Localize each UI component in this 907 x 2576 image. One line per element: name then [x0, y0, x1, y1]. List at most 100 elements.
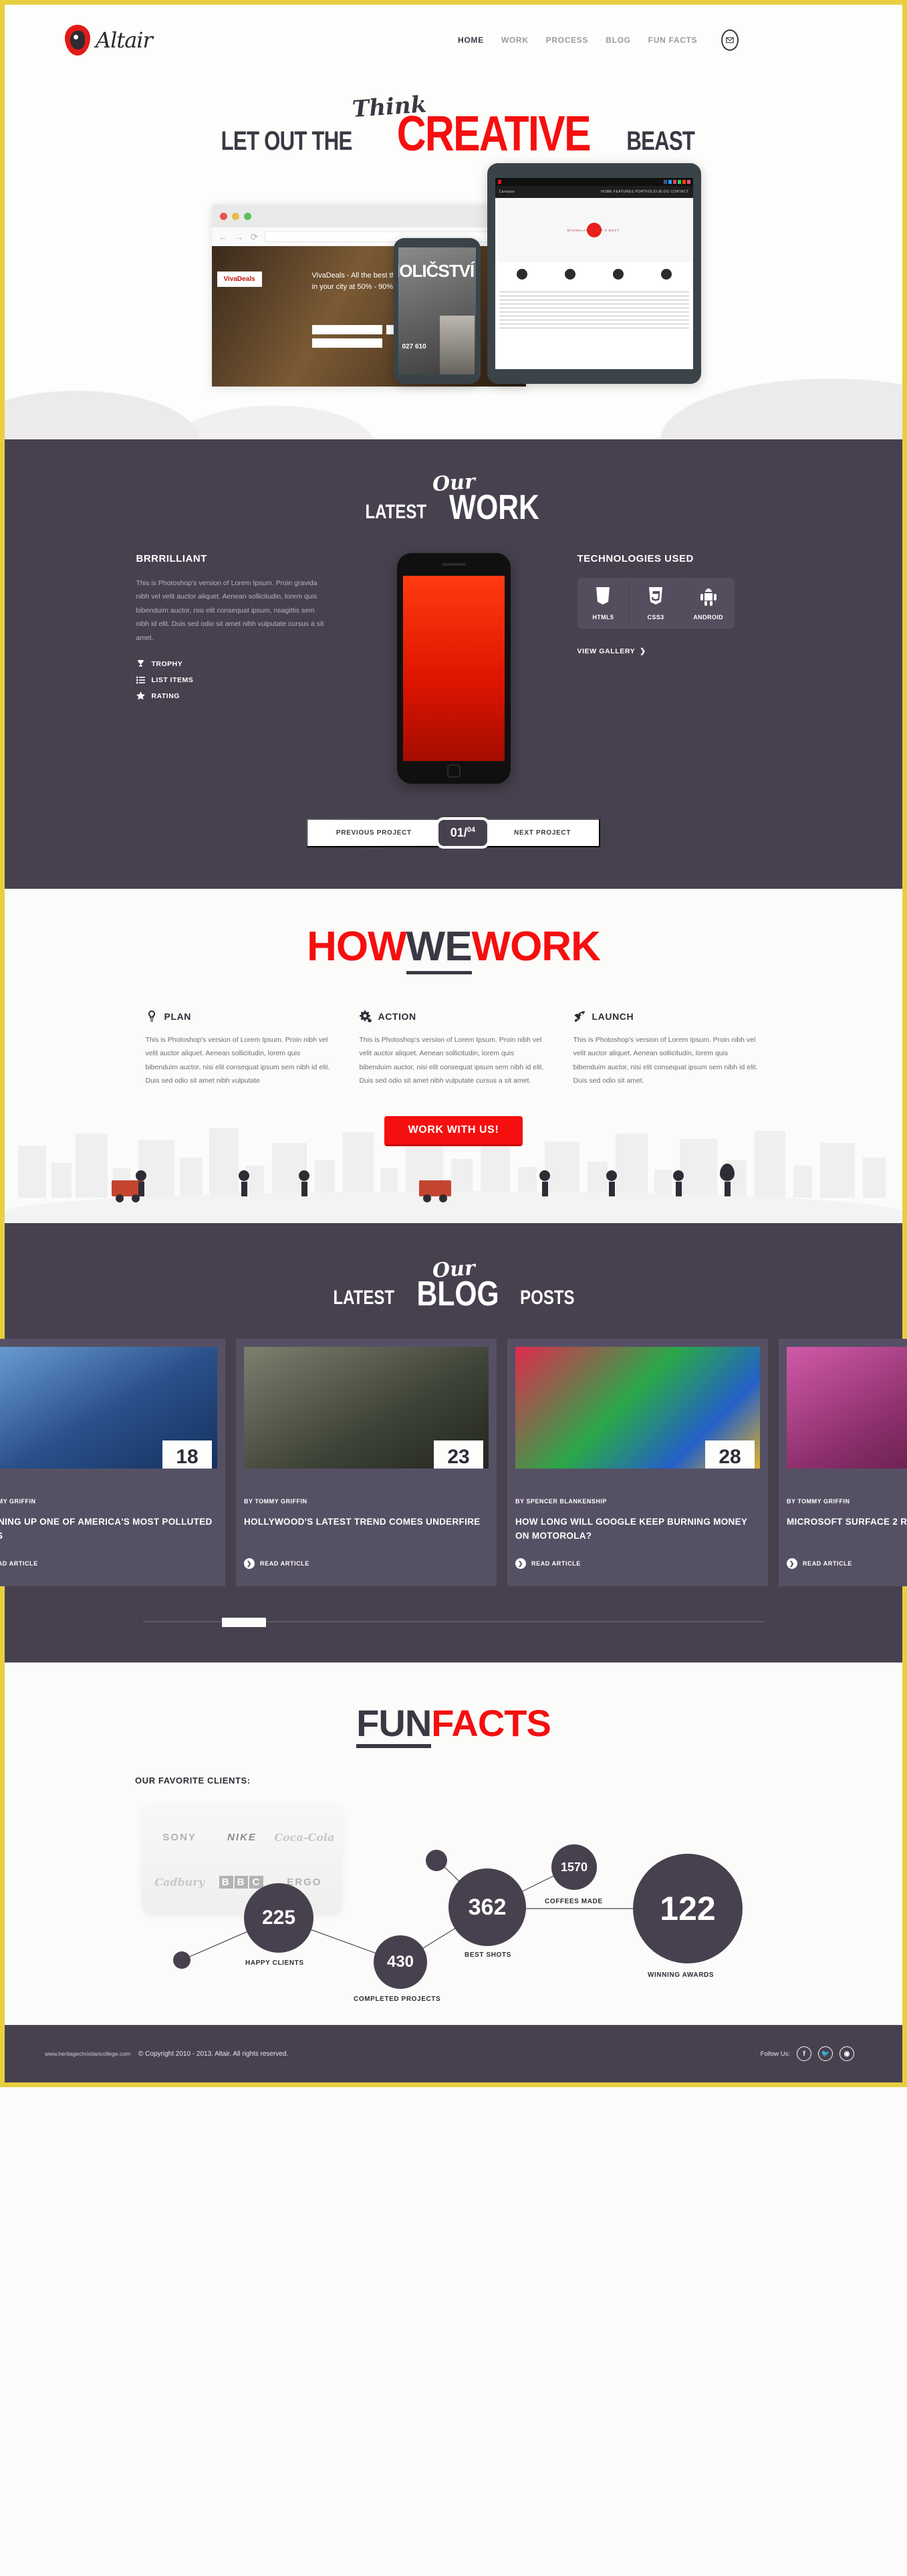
- blog-thumbnail: 02 AUGUST: [787, 1347, 907, 1469]
- tech-list: HTML5 CSS3 ANDROID: [577, 577, 735, 629]
- blog-thumbnail: 28 AUGUST: [515, 1347, 760, 1469]
- tablet-tagline: MINIMALISM AT IT'S BEST.: [567, 228, 621, 232]
- blog-carousel-scrollbar[interactable]: [142, 1618, 765, 1628]
- nav-item-work[interactable]: WORK: [501, 35, 529, 45]
- clients-logo-card: SONY NIKE Coca-Cola Cadbury BBC ERGO: [142, 1804, 342, 1915]
- tech-android[interactable]: ANDROID: [682, 578, 735, 629]
- work-grid: BRRRILLIANT This is Photoshop's version …: [5, 552, 902, 784]
- blog-thumbnail: 18 AUGUST: [0, 1347, 217, 1469]
- work-details-column: BRRRILLIANT This is Photoshop's version …: [123, 553, 344, 784]
- blog-sub-text: LATEST: [333, 1287, 395, 1309]
- read-article-link[interactable]: ❯ READ ARTICLE: [244, 1558, 309, 1570]
- nav-item-home[interactable]: HOME: [458, 35, 484, 45]
- stat-node-happy-clients: 225: [244, 1883, 313, 1953]
- project-counter-current: 01: [450, 825, 464, 839]
- phone-home-button: [446, 764, 461, 778]
- main-nav: HOME WORK PROCESS BLOG FUN FACTS: [458, 5, 739, 75]
- read-article-label: READ ARTICLE: [0, 1560, 38, 1568]
- how-we-work-title: HOWWEWORK: [5, 923, 902, 974]
- project-phone-mockup: [396, 552, 511, 784]
- footer-url[interactable]: www.heritagechristiancollege.com: [45, 2050, 130, 2057]
- phone-screen: HOLIČSTVÍ 027 610: [398, 247, 476, 375]
- blog-card[interactable]: 23 AUGUST BY TOMMY GRIFFIN HOLLYWOOD'S L…: [236, 1339, 497, 1587]
- nav-item-blog[interactable]: BLOG: [606, 35, 630, 45]
- site-footer: www.heritagechristiancollege.com © Copyr…: [5, 2025, 902, 2083]
- blog-card[interactable]: 18 AUGUST BY TOMMY GRIFFIN CLEANING UP O…: [0, 1339, 225, 1587]
- arrow-right-circle-icon: ❯: [515, 1558, 526, 1570]
- android-icon: [700, 588, 717, 606]
- process-launch: LAUNCH This is Photoshop's version of Lo…: [564, 1010, 771, 1088]
- how-we-work-section: HOWWEWORK PLAN This is Photoshop's versi…: [5, 888, 902, 1223]
- process-plan: PLAN This is Photoshop's version of Lore…: [136, 1010, 344, 1088]
- tablet-brand: Canopus: [499, 190, 515, 195]
- blog-big-text: BLOG: [416, 1274, 499, 1313]
- project-title: BRRRILLIANT: [136, 552, 207, 564]
- work-with-us-button[interactable]: WORK WITH US!: [384, 1115, 523, 1144]
- tech-html5[interactable]: HTML5: [577, 577, 630, 629]
- work-big-text: WORK: [449, 488, 540, 527]
- tablet-content-rows: [495, 286, 693, 334]
- blog-card[interactable]: 02 AUGUST BY TOMMY GRIFFIN MICROSOFT SUR…: [779, 1339, 907, 1587]
- tablet-nav: Canopus HOME FEATURES PORTFOLIO BLOG CON…: [495, 186, 693, 199]
- logo[interactable]: Altair: [65, 24, 153, 56]
- stat-node-winning-awards: 122: [633, 1854, 743, 1964]
- device-mockups: ← → ⟳ VivaDeals VivaDeals - All the best…: [200, 163, 708, 387]
- vivadeals-logo: VivaDeals: [217, 272, 262, 288]
- previous-project-button[interactable]: PREVIOUS PROJECT: [306, 818, 441, 847]
- runner-4: [539, 1170, 550, 1196]
- twitter-icon[interactable]: 🐦: [818, 2046, 833, 2062]
- blog-author: BY TOMMY GRIFFIN: [0, 1498, 36, 1505]
- feature-rating: RATING: [136, 691, 330, 700]
- arrow-right-circle-icon: ❯: [787, 1558, 797, 1570]
- client-logo-bbc: BBC: [219, 1875, 265, 1889]
- nav-item-process[interactable]: PROCESS: [546, 35, 589, 45]
- fun-title-dark: FUN: [356, 1702, 432, 1749]
- cart-right: [419, 1180, 451, 1202]
- blog-card[interactable]: 28 AUGUST BY SPENCER BLANKENSHIP HOW LON…: [507, 1339, 768, 1587]
- back-arrow-icon: ←: [218, 231, 228, 243]
- reload-icon: ⟳: [250, 231, 259, 242]
- runner-1: [136, 1170, 146, 1196]
- browser-titlebar: [211, 205, 526, 228]
- blog-image: [787, 1347, 907, 1469]
- footer-social: Follow Us: f 🐦 ◉: [761, 2046, 854, 2062]
- page-root: Altair HOME WORK PROCESS BLOG FUN FACTS …: [0, 0, 907, 2088]
- trophy-icon: [137, 659, 144, 667]
- client-logo-nike: NIKE: [227, 1832, 257, 1844]
- nav-item-funfacts[interactable]: FUN FACTS: [648, 35, 698, 45]
- phone-photo: [439, 316, 475, 375]
- stat-node-best-shots: 362: [448, 1868, 526, 1947]
- process-plan-title: PLAN: [164, 1010, 192, 1022]
- blog-carousel-thumb[interactable]: [221, 1618, 266, 1628]
- hero-pre-text: LET OUT THE: [221, 126, 353, 156]
- read-article-link[interactable]: ❯ READ ARTICLE: [515, 1558, 581, 1570]
- blog-title: HOLLYWOOD'S LATEST TREND COMES UNDERFIRE: [244, 1517, 481, 1527]
- project-screen: [402, 575, 505, 761]
- next-project-button[interactable]: NEXT PROJECT: [485, 818, 601, 847]
- logo-mark-icon: [65, 24, 90, 56]
- hero-title: Think LET OUT THE CREATIVE BEAST: [5, 90, 902, 158]
- feature-trophy: TROPHY: [136, 659, 330, 668]
- blog-date-badge: 18 AUGUST: [162, 1440, 212, 1469]
- blog-date-day: 28: [705, 1440, 755, 1469]
- blog-date-badge: 23 AUGUST: [434, 1440, 483, 1469]
- read-article-link[interactable]: ❯ READ ARTICLE: [0, 1558, 38, 1569]
- stat-value-happy-clients: 225: [261, 1907, 296, 1929]
- how-title-2: WE: [406, 923, 473, 974]
- list-icon: [136, 676, 145, 684]
- stat-label-winning-awards: WINNING AWARDS: [648, 1971, 715, 1979]
- tech-css3[interactable]: CSS3: [630, 577, 682, 629]
- tech-title: TECHNOLOGIES USED: [577, 552, 694, 564]
- process-action: ACTION This is Photoshop's version of Lo…: [350, 1010, 557, 1088]
- view-gallery-link[interactable]: VIEW GALLERY ❯: [577, 647, 646, 655]
- read-article-link[interactable]: ❯ READ ARTICLE: [787, 1558, 852, 1570]
- read-article-label: READ ARTICLE: [531, 1560, 581, 1568]
- dribbble-icon[interactable]: ◉: [839, 2046, 854, 2062]
- project-features: TROPHY LIST ITEMS RATING: [136, 659, 330, 700]
- phone-mockup: HOLIČSTVÍ 027 610: [393, 238, 481, 385]
- phone-number: 027 610: [402, 343, 426, 351]
- envelope-icon[interactable]: [721, 29, 739, 51]
- facebook-icon[interactable]: f: [797, 2046, 811, 2062]
- project-description: This is Photoshop's version of Lorem Ips…: [136, 578, 324, 642]
- blog-date-badge: 28 AUGUST: [705, 1440, 755, 1469]
